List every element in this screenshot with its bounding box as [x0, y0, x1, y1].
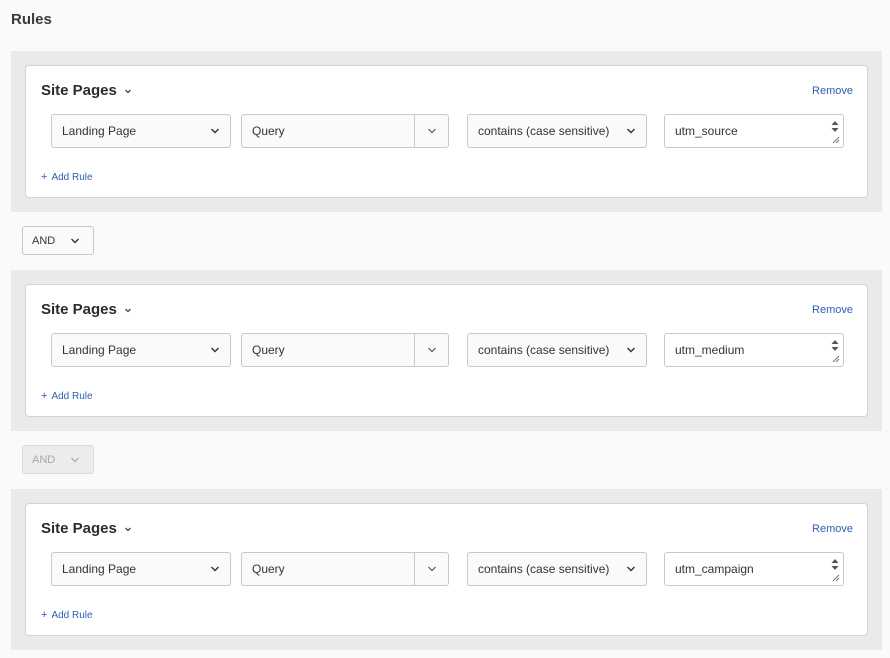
combobox-divider [414, 115, 415, 147]
chevron-down-icon [124, 89, 131, 93]
add-rule-link[interactable]: + Add Rule [41, 171, 93, 183]
value-text: utm_campaign [675, 562, 754, 576]
combobox-divider [414, 553, 415, 585]
chevron-down-icon [124, 308, 131, 312]
operator-select[interactable]: contains (case sensitive) [467, 114, 647, 148]
chevron-down-icon [627, 128, 635, 134]
value-text: utm_source [675, 124, 738, 138]
value-textarea[interactable]: utm_source [664, 114, 844, 148]
rule-card: Site Pages Remove Landing Page Query con… [25, 284, 868, 417]
dimension-select[interactable]: Landing Page [51, 114, 231, 148]
rule-group-2: Site Pages Remove Landing Page Query con… [11, 270, 882, 431]
remove-link[interactable]: Remove [812, 304, 853, 316]
value-text: utm_medium [675, 343, 745, 357]
attribute-value: Query [252, 343, 285, 357]
chevron-down-icon [71, 238, 79, 244]
add-rule-link[interactable]: + Add Rule [41, 390, 93, 402]
logic-operator-select-disabled: AND [22, 445, 94, 474]
value-textarea[interactable]: utm_medium [664, 333, 844, 367]
resize-spinner-icon[interactable] [830, 337, 840, 363]
add-rule-label: Add Rule [51, 171, 93, 183]
resize-spinner-icon[interactable] [830, 118, 840, 144]
group-type-label: Site Pages [41, 301, 117, 318]
rule-group-3: Site Pages Remove Landing Page Query con… [11, 489, 882, 650]
chevron-down-icon[interactable] [427, 346, 437, 354]
operator-select[interactable]: contains (case sensitive) [467, 552, 647, 586]
group-type-dropdown[interactable]: Site Pages [41, 301, 133, 318]
operator-value: contains (case sensitive) [478, 562, 610, 576]
chevron-down-icon [211, 128, 219, 134]
attribute-combobox[interactable]: Query [241, 114, 449, 148]
attribute-combobox[interactable]: Query [241, 333, 449, 367]
dimension-select[interactable]: Landing Page [51, 552, 231, 586]
logic-operator-select[interactable]: AND [22, 226, 94, 255]
rule-card: Site Pages Remove Landing Page Query con… [25, 65, 868, 198]
add-rule-label: Add Rule [51, 390, 93, 402]
plus-icon: + [41, 609, 48, 621]
dimension-value: Landing Page [62, 124, 137, 138]
page-title: Rules [11, 11, 52, 28]
group-type-dropdown[interactable]: Site Pages [41, 82, 133, 99]
combobox-divider [414, 334, 415, 366]
attribute-combobox[interactable]: Query [241, 552, 449, 586]
operator-select[interactable]: contains (case sensitive) [467, 333, 647, 367]
operator-value: contains (case sensitive) [478, 124, 610, 138]
chevron-down-icon[interactable] [427, 565, 437, 573]
dimension-value: Landing Page [62, 562, 137, 576]
logic-operator-value: AND [32, 234, 56, 247]
chevron-down-icon [71, 457, 79, 463]
chevron-down-icon [211, 566, 219, 572]
logic-operator-value: AND [32, 453, 56, 466]
chevron-down-icon[interactable] [427, 127, 437, 135]
plus-icon: + [41, 171, 48, 183]
attribute-value: Query [252, 562, 285, 576]
value-textarea[interactable]: utm_campaign [664, 552, 844, 586]
remove-link[interactable]: Remove [812, 523, 853, 535]
resize-spinner-icon[interactable] [830, 556, 840, 582]
chevron-down-icon [627, 566, 635, 572]
rule-group-1: Site Pages Remove Landing Page Query con… [11, 51, 882, 212]
group-type-dropdown[interactable]: Site Pages [41, 520, 133, 537]
plus-icon: + [41, 390, 48, 402]
dimension-select[interactable]: Landing Page [51, 333, 231, 367]
chevron-down-icon [124, 527, 131, 531]
group-type-label: Site Pages [41, 82, 117, 99]
chevron-down-icon [627, 347, 635, 353]
add-rule-label: Add Rule [51, 609, 93, 621]
add-rule-link[interactable]: + Add Rule [41, 609, 93, 621]
operator-value: contains (case sensitive) [478, 343, 610, 357]
group-type-label: Site Pages [41, 520, 117, 537]
dimension-value: Landing Page [62, 343, 137, 357]
rule-card: Site Pages Remove Landing Page Query con… [25, 503, 868, 636]
chevron-down-icon [211, 347, 219, 353]
attribute-value: Query [252, 124, 285, 138]
remove-link[interactable]: Remove [812, 85, 853, 97]
